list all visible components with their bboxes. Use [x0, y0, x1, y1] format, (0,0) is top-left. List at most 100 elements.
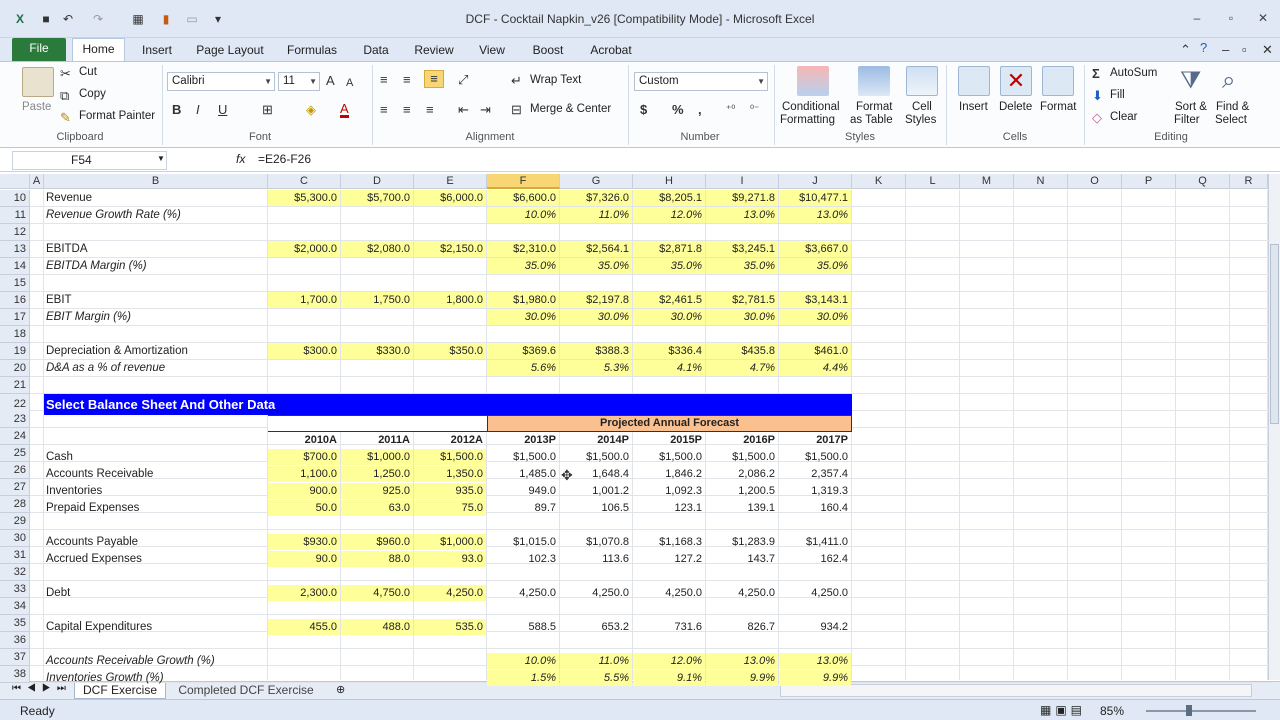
cell-value[interactable]: $1,500.0 — [414, 449, 487, 466]
column-header-k[interactable]: K — [852, 174, 906, 189]
cell-value[interactable]: 89.7 — [487, 500, 560, 517]
cell-value[interactable]: 13.0% — [779, 207, 852, 224]
cell-value[interactable]: 90.0 — [268, 551, 341, 568]
align-right-icon[interactable]: ≡ — [426, 102, 434, 118]
cell-value[interactable]: $2,310.0 — [487, 241, 560, 258]
cell-value[interactable]: 35.0% — [487, 258, 560, 275]
cell-value[interactable]: $7,326.0 — [560, 190, 633, 207]
tab-insert[interactable]: Insert — [138, 41, 176, 61]
row-header-27[interactable]: 27 — [0, 479, 30, 496]
cell-value[interactable]: $369.6 — [487, 343, 560, 360]
clear-button[interactable]: Clear — [1110, 111, 1137, 123]
tab-home[interactable]: Home — [72, 38, 125, 62]
cell-value[interactable]: $1,500.0 — [560, 449, 633, 466]
cell-value[interactable]: $1,980.0 — [487, 292, 560, 309]
increase-decimal-icon[interactable]: ⁺⁰ — [726, 102, 735, 118]
font-name-select[interactable]: Calibri ▼ — [167, 72, 275, 91]
row-header-33[interactable]: 33 — [0, 581, 30, 598]
comma-style-icon[interactable]: , — [698, 102, 702, 118]
insert-sheet-icon[interactable]: ⊕ — [336, 683, 345, 696]
cell-value[interactable]: 1,800.0 — [414, 292, 487, 309]
tab-file[interactable]: File — [12, 38, 66, 61]
row-header-19[interactable]: 19 — [0, 343, 30, 360]
cell-value[interactable]: 13.0% — [706, 653, 779, 670]
column-header-f[interactable]: F — [487, 174, 560, 189]
cell-value[interactable]: 1,092.3 — [633, 483, 706, 500]
cell-value[interactable]: $3,245.1 — [706, 241, 779, 258]
align-left-icon[interactable]: ≡ — [380, 102, 388, 118]
select-all-corner[interactable] — [0, 174, 30, 189]
row-header-32[interactable]: 32 — [0, 564, 30, 581]
cell-value[interactable]: 93.0 — [414, 551, 487, 568]
row-header-14[interactable]: 14 — [0, 258, 30, 275]
cell-value[interactable]: 75.0 — [414, 500, 487, 517]
row-header-24[interactable]: 24 — [0, 428, 30, 445]
cell-value[interactable]: 13.0% — [779, 653, 852, 670]
currency-icon[interactable]: $ — [640, 102, 647, 118]
sort-filter-line2[interactable]: Filter — [1174, 114, 1200, 126]
cell-value[interactable]: 5.6% — [487, 360, 560, 377]
cell-value[interactable]: $1,070.8 — [560, 534, 633, 551]
column-header-a[interactable]: A — [30, 174, 44, 189]
sheet-tab-completed-dcf[interactable]: Completed DCF Exercise — [170, 682, 322, 699]
find-select-icon[interactable]: ⌕ — [1222, 66, 1235, 96]
cell-value[interactable]: 5.5% — [560, 670, 633, 687]
row-header-35[interactable]: 35 — [0, 615, 30, 632]
tab-page-layout[interactable]: Page Layout — [193, 41, 267, 61]
cell-value[interactable]: $6,000.0 — [414, 190, 487, 207]
cell-value[interactable]: 30.0% — [779, 309, 852, 326]
cell-value[interactable]: 949.0 — [487, 483, 560, 500]
tab-review[interactable]: Review — [410, 41, 458, 61]
find-select-line1[interactable]: Find & — [1216, 101, 1249, 113]
cell-value[interactable]: $1,000.0 — [414, 534, 487, 551]
decrease-indent-icon[interactable]: ⇤ — [458, 102, 469, 118]
cell-value[interactable]: 160.4 — [779, 500, 852, 517]
cell-value[interactable]: $1,283.9 — [706, 534, 779, 551]
zoom-slider-thumb[interactable] — [1186, 705, 1192, 716]
cell-value[interactable]: $2,150.0 — [414, 241, 487, 258]
view-buttons[interactable]: ▦▣▤ — [1040, 703, 1086, 717]
row-header-15[interactable]: 15 — [0, 275, 30, 292]
align-middle-icon[interactable]: ≡ — [403, 72, 411, 88]
italic-icon[interactable]: I — [196, 102, 200, 118]
cell-value[interactable]: 4,250.0 — [487, 585, 560, 602]
cell-value[interactable]: 826.7 — [706, 619, 779, 636]
column-header-n[interactable]: N — [1014, 174, 1068, 189]
tab-acrobat[interactable]: Acrobat — [585, 41, 637, 61]
sort-filter-line1[interactable]: Sort & — [1175, 101, 1207, 113]
cell-value[interactable]: 1,200.5 — [706, 483, 779, 500]
cell-value[interactable]: 127.2 — [633, 551, 706, 568]
font-color-icon[interactable]: A — [340, 102, 349, 118]
cell-value[interactable]: $10,477.1 — [779, 190, 852, 207]
cell-value[interactable]: 11.0% — [560, 207, 633, 224]
cell-value[interactable]: 123.1 — [633, 500, 706, 517]
cell-value[interactable]: 653.2 — [560, 619, 633, 636]
row-header-25[interactable]: 25 — [0, 445, 30, 462]
fill-color-icon[interactable]: ◈ — [306, 102, 316, 118]
cell-value[interactable]: 2,300.0 — [268, 585, 341, 602]
cell-value[interactable]: $461.0 — [779, 343, 852, 360]
fill-button[interactable]: Fill — [1110, 89, 1125, 101]
row-header-38[interactable]: 38 — [0, 666, 30, 683]
cell-value[interactable]: 162.4 — [779, 551, 852, 568]
decrease-decimal-icon[interactable]: ⁰⁻ — [750, 102, 759, 118]
column-header-b[interactable]: B — [44, 174, 268, 189]
cell-value[interactable]: $1,500.0 — [633, 449, 706, 466]
doc-minimize-icon[interactable]: – — [1222, 42, 1229, 58]
fx-icon[interactable]: fx — [236, 152, 245, 166]
cell-value[interactable]: $1,500.0 — [779, 449, 852, 466]
column-header-r[interactable]: R — [1230, 174, 1268, 189]
format-cells-button[interactable]: Format — [1040, 101, 1076, 113]
cell-value[interactable]: $300.0 — [268, 343, 341, 360]
cell-value[interactable]: 1,100.0 — [268, 466, 341, 483]
cell-value[interactable]: 4,250.0 — [779, 585, 852, 602]
cell-value[interactable]: 30.0% — [633, 309, 706, 326]
zoom-slider[interactable] — [1146, 710, 1256, 712]
cell-value[interactable]: 4,250.0 — [706, 585, 779, 602]
insert-cells-button[interactable]: Insert — [959, 101, 988, 113]
row-header-12[interactable]: 12 — [0, 224, 30, 241]
cell-value[interactable]: 4.1% — [633, 360, 706, 377]
wrap-text-button[interactable]: Wrap Text — [530, 74, 581, 86]
cell-value[interactable]: $1,000.0 — [341, 449, 414, 466]
cell-value[interactable]: 1,350.0 — [414, 466, 487, 483]
